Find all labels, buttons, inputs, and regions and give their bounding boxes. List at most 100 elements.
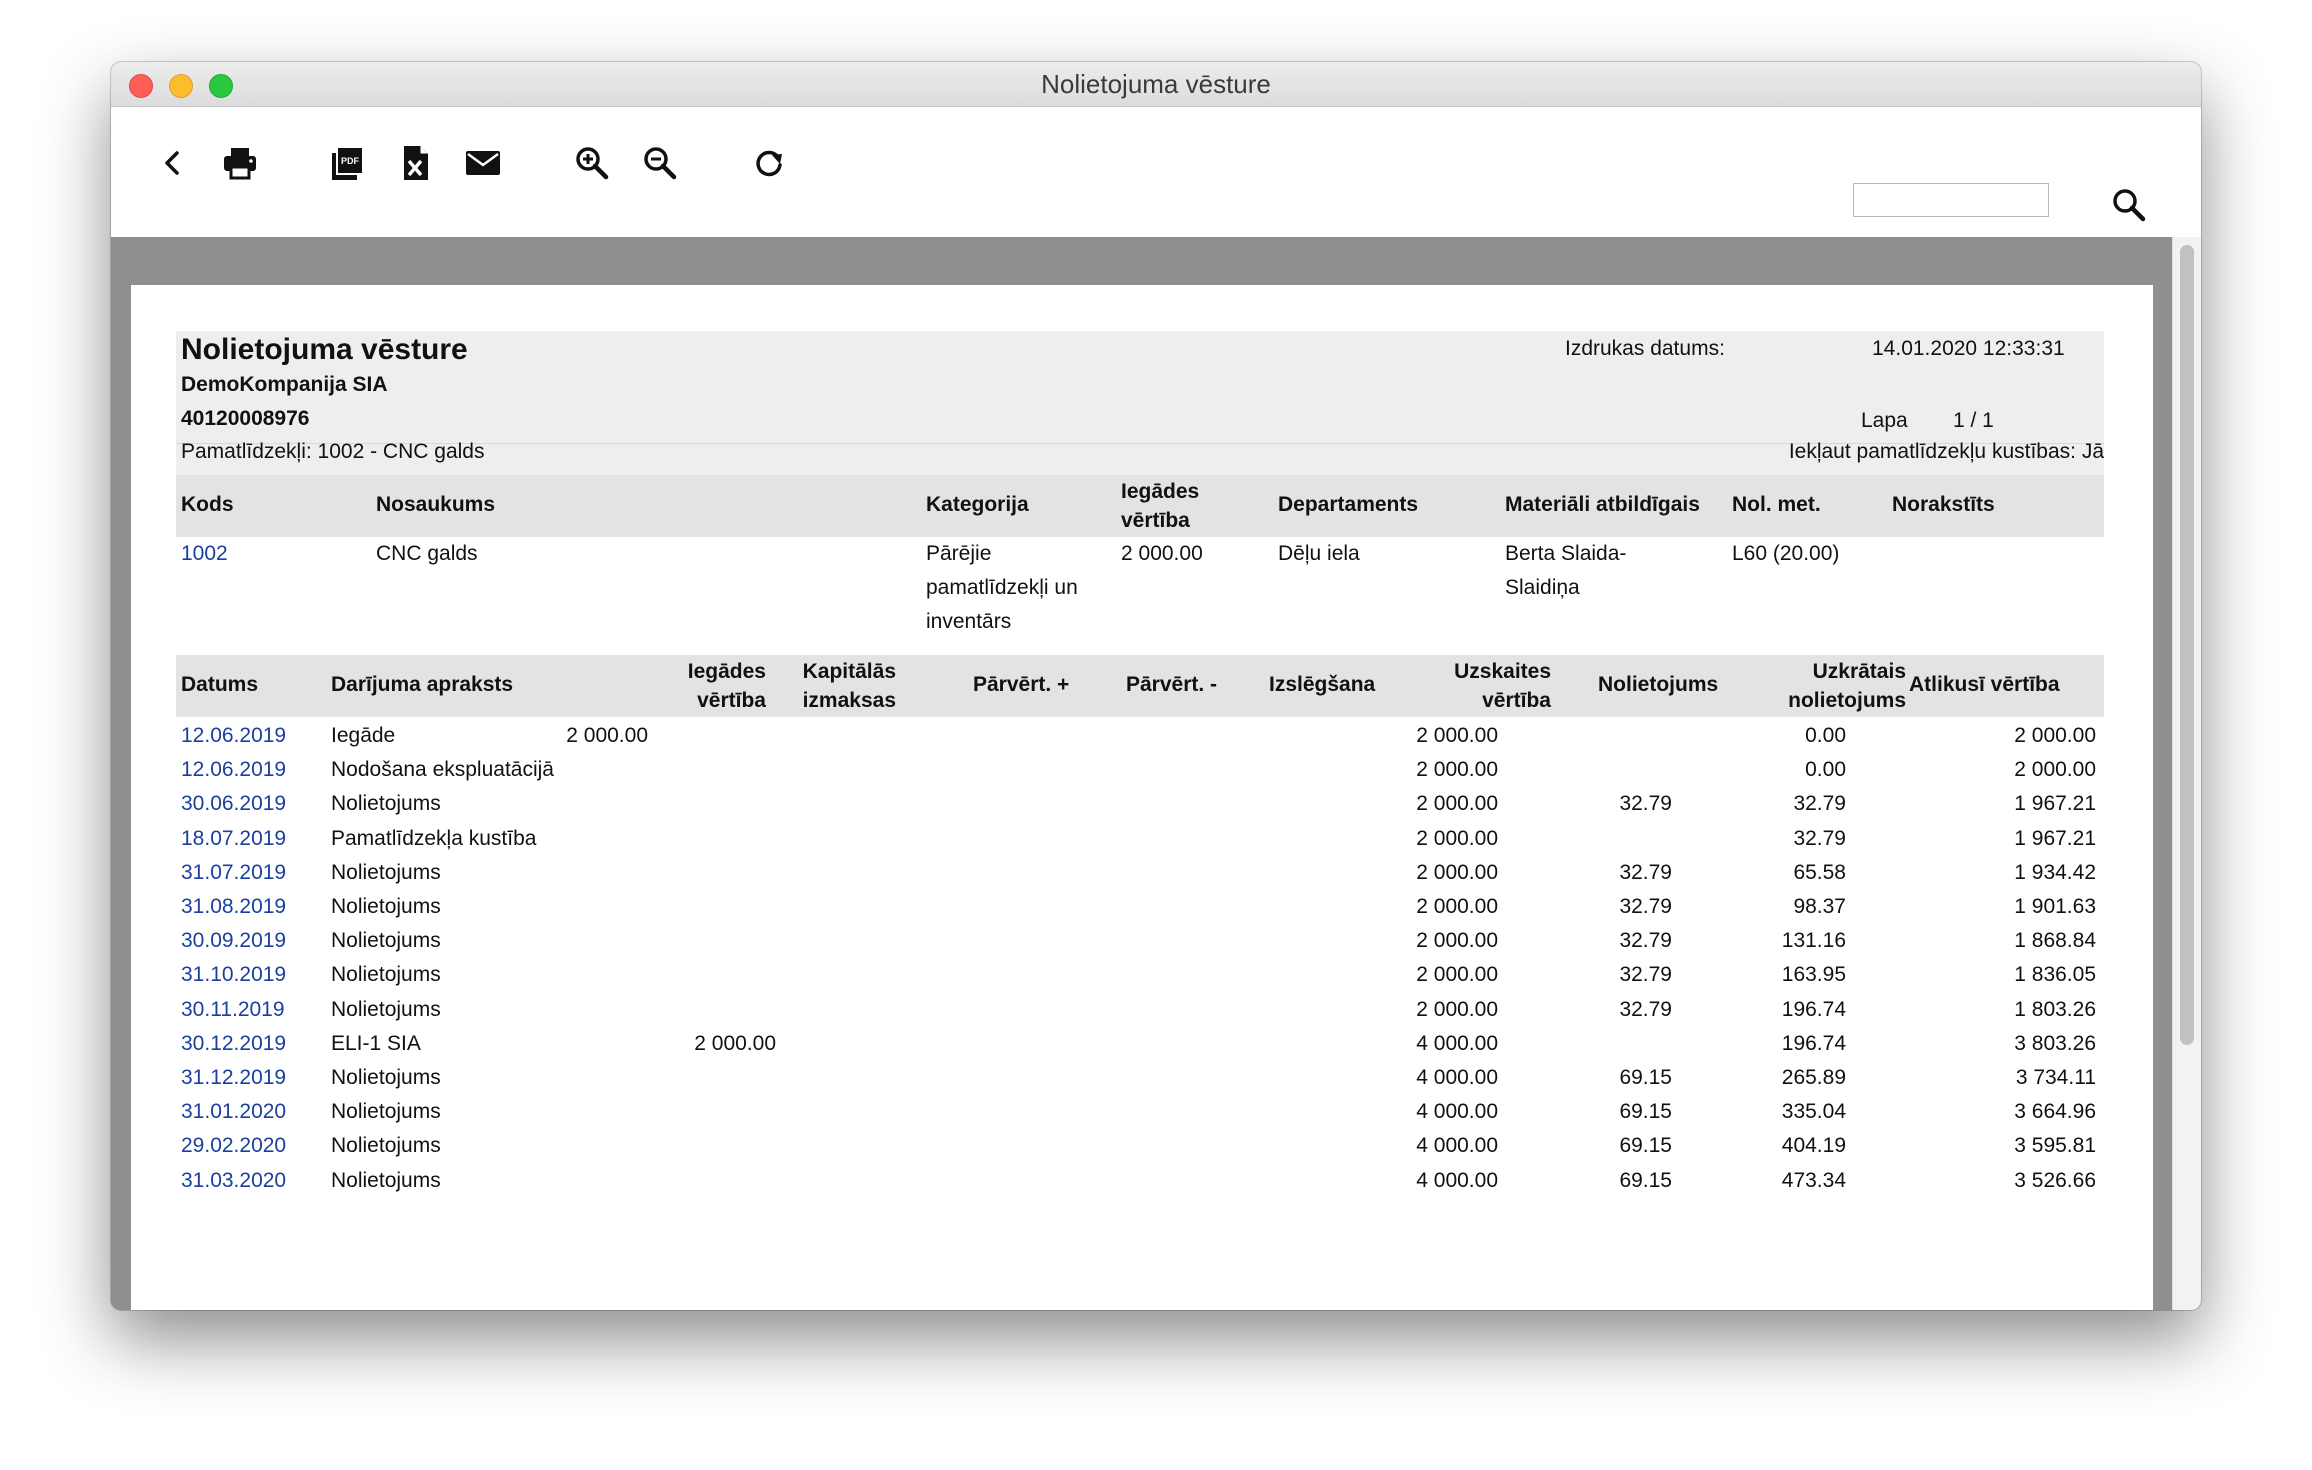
- col-code: Kods: [181, 493, 234, 516]
- date-link[interactable]: 31.07.2019: [181, 856, 286, 890]
- accum-dep-cell: 196.74: [1781, 1031, 1846, 1055]
- date-link[interactable]: 18.07.2019: [181, 822, 286, 856]
- col-depreciation: Nolietojums: [1598, 673, 1719, 696]
- excel-icon[interactable]: [393, 141, 437, 185]
- col-category: Kategorija: [926, 493, 1029, 516]
- app-window: Nolietojuma vēsture PDF Nolietojuma vēst…: [111, 62, 2201, 1310]
- depreciation-cell: 32.79: [1619, 997, 1672, 1021]
- table-row: 29.02.2020 Nolietojums 4 000.00 69.15 404.19…: [176, 1129, 2104, 1163]
- col-department: Departaments: [1278, 493, 1419, 516]
- refresh-icon[interactable]: [747, 141, 791, 185]
- description-cell: Pamatlīdzekļa kustība: [331, 826, 537, 850]
- accum-dep-cell: 163.95: [1781, 963, 1846, 987]
- date-link[interactable]: 30.12.2019: [181, 1027, 286, 1061]
- zoom-out-icon[interactable]: [638, 141, 682, 185]
- description-cell: Nolietojums: [331, 963, 441, 987]
- residual-cell: 3 734.11: [2015, 1066, 2096, 1089]
- table-row: 31.03.2020 Nolietojums 4 000.00 69.15 473.34…: [176, 1164, 2104, 1198]
- col-written-off: Norakstīts: [1892, 493, 1995, 516]
- asset-code-link[interactable]: 1002: [181, 537, 228, 571]
- date-link[interactable]: 30.09.2019: [181, 924, 286, 958]
- col-responsible: Materiāli atbildīgais: [1505, 493, 1700, 516]
- col-reval-minus: Pārvērt. -: [1126, 673, 1218, 696]
- table-row: 30.06.2019 Nolietojums 2 000.00 32.79 32.79 1…: [176, 787, 2104, 821]
- asset-row: 1002 CNC galds Pārējie pamatlīdzekļi un …: [176, 537, 2104, 647]
- date-link[interactable]: 12.06.2019: [181, 719, 286, 753]
- page-number: 1 / 1: [1953, 409, 1994, 432]
- table-row: 18.07.2019 Pamatlīdzekļa kustība 2 000.00 3…: [176, 822, 2104, 856]
- residual-cell: 3 526.66: [2014, 1168, 2096, 1192]
- depreciation-cell: 32.79: [1619, 963, 1672, 987]
- date-link[interactable]: 30.06.2019: [181, 787, 286, 821]
- print-date-label: Izdrukas datums:: [1565, 337, 1725, 360]
- svg-text:PDF: PDF: [341, 156, 360, 166]
- col-accum-dep: Uzkrātais nolietojums: [1788, 660, 1906, 712]
- col-reval-plus: Pārvērt. +: [973, 673, 1070, 696]
- residual-cell: 1 868.84: [2014, 929, 2096, 953]
- book-value-cell: 2 000.00: [1416, 997, 1498, 1021]
- book-value-cell: 4 000.00: [1416, 1031, 1498, 1055]
- include-movements-text: Iekļaut pamatlīdzekļu kustības: Jā: [1788, 440, 2104, 463]
- residual-cell: 3 803.26: [2014, 1031, 2096, 1055]
- residual-cell: 3 595.81: [2014, 1134, 2096, 1158]
- accum-dep-cell: 0.00: [1805, 758, 1846, 782]
- page-label: Lapa: [1861, 409, 1908, 432]
- description-cell: ELI-1 SIA: [331, 1031, 421, 1055]
- description-cell: Nolietojums: [331, 1168, 441, 1192]
- book-value-cell: 4 000.00: [1416, 1168, 1498, 1192]
- vertical-scrollbar[interactable]: [2172, 237, 2201, 1310]
- date-link[interactable]: 12.06.2019: [181, 753, 286, 787]
- search-icon[interactable]: [2107, 183, 2151, 227]
- book-value-cell: 2 000.00: [1416, 963, 1498, 987]
- col-acq-value: Iegādes vērtība: [1121, 480, 1200, 532]
- accum-dep-cell: 131.16: [1781, 929, 1846, 953]
- envelope-icon[interactable]: [461, 141, 505, 185]
- date-link[interactable]: 31.12.2019: [181, 1061, 286, 1095]
- book-value-cell: 2 000.00: [1416, 724, 1498, 747]
- chevron-left-icon[interactable]: [151, 141, 195, 185]
- date-link[interactable]: 31.01.2020: [181, 1095, 286, 1129]
- printer-icon[interactable]: [218, 141, 262, 185]
- book-value-cell: 4 000.00: [1416, 1100, 1498, 1124]
- title-bar: Nolietojuma vēsture: [111, 62, 2201, 107]
- capex-cell: 2 000.00: [694, 1031, 776, 1055]
- col-date: Datums: [181, 673, 259, 696]
- residual-cell: 1 934.42: [2014, 860, 2096, 884]
- description-cell: Nolietojums: [331, 895, 441, 918]
- pdf-icon[interactable]: PDF: [325, 141, 369, 185]
- description-cell: Nolietojums: [331, 1066, 441, 1089]
- col-name: Nosaukums: [376, 493, 496, 516]
- zoom-in-icon[interactable]: [570, 141, 614, 185]
- table-row: 30.09.2019 Nolietojums 2 000.00 32.79 131.16…: [176, 924, 2104, 958]
- asset-acq-value: 2 000.00: [1121, 542, 1203, 565]
- asset-table-header: Kods Nosaukums Kategorija Iegādes vērtīb…: [176, 475, 2104, 537]
- residual-cell: 1 803.26: [2014, 997, 2096, 1021]
- col-book-value: Uzskaites vērtība: [1454, 660, 1551, 712]
- depreciation-cell: 69.15: [1619, 1066, 1672, 1089]
- history-table-header: Datums Darījuma apraksts Iegādes vērtība…: [176, 655, 2104, 717]
- depreciation-cell: 69.15: [1619, 1168, 1672, 1192]
- accum-dep-cell: 265.89: [1781, 1066, 1846, 1089]
- window-title: Nolietojuma vēsture: [1041, 69, 1271, 99]
- accum-dep-cell: 65.58: [1793, 860, 1846, 884]
- residual-cell: 1 967.21: [2014, 792, 2096, 816]
- accum-dep-cell: 473.34: [1781, 1168, 1846, 1192]
- date-link[interactable]: 29.02.2020: [181, 1129, 286, 1163]
- description-cell: Nolietojums: [331, 860, 441, 884]
- date-link[interactable]: 30.11.2019: [181, 993, 285, 1027]
- date-link[interactable]: 31.03.2020: [181, 1164, 286, 1198]
- book-value-cell: 4 000.00: [1416, 1066, 1498, 1089]
- depreciation-cell: 32.79: [1619, 895, 1672, 918]
- description-cell: Nodošana ekspluatācijā: [331, 758, 554, 782]
- acq-value-cell: 2 000.00: [566, 724, 648, 747]
- book-value-cell: 4 000.00: [1416, 1134, 1498, 1158]
- date-link[interactable]: 31.08.2019: [181, 890, 286, 924]
- scrollbar-thumb[interactable]: [2180, 245, 2194, 1045]
- table-row: 31.08.2019 Nolietojums 2 000.00 32.79 98.37 1…: [176, 890, 2104, 924]
- date-link[interactable]: 31.10.2019: [181, 958, 286, 992]
- description-cell: Nolietojums: [331, 929, 441, 953]
- search-input[interactable]: [1853, 183, 2049, 217]
- description-cell: Nolietojums: [331, 1134, 441, 1158]
- residual-cell: 2 000.00: [2014, 758, 2096, 782]
- asset-name: CNC galds: [376, 542, 478, 565]
